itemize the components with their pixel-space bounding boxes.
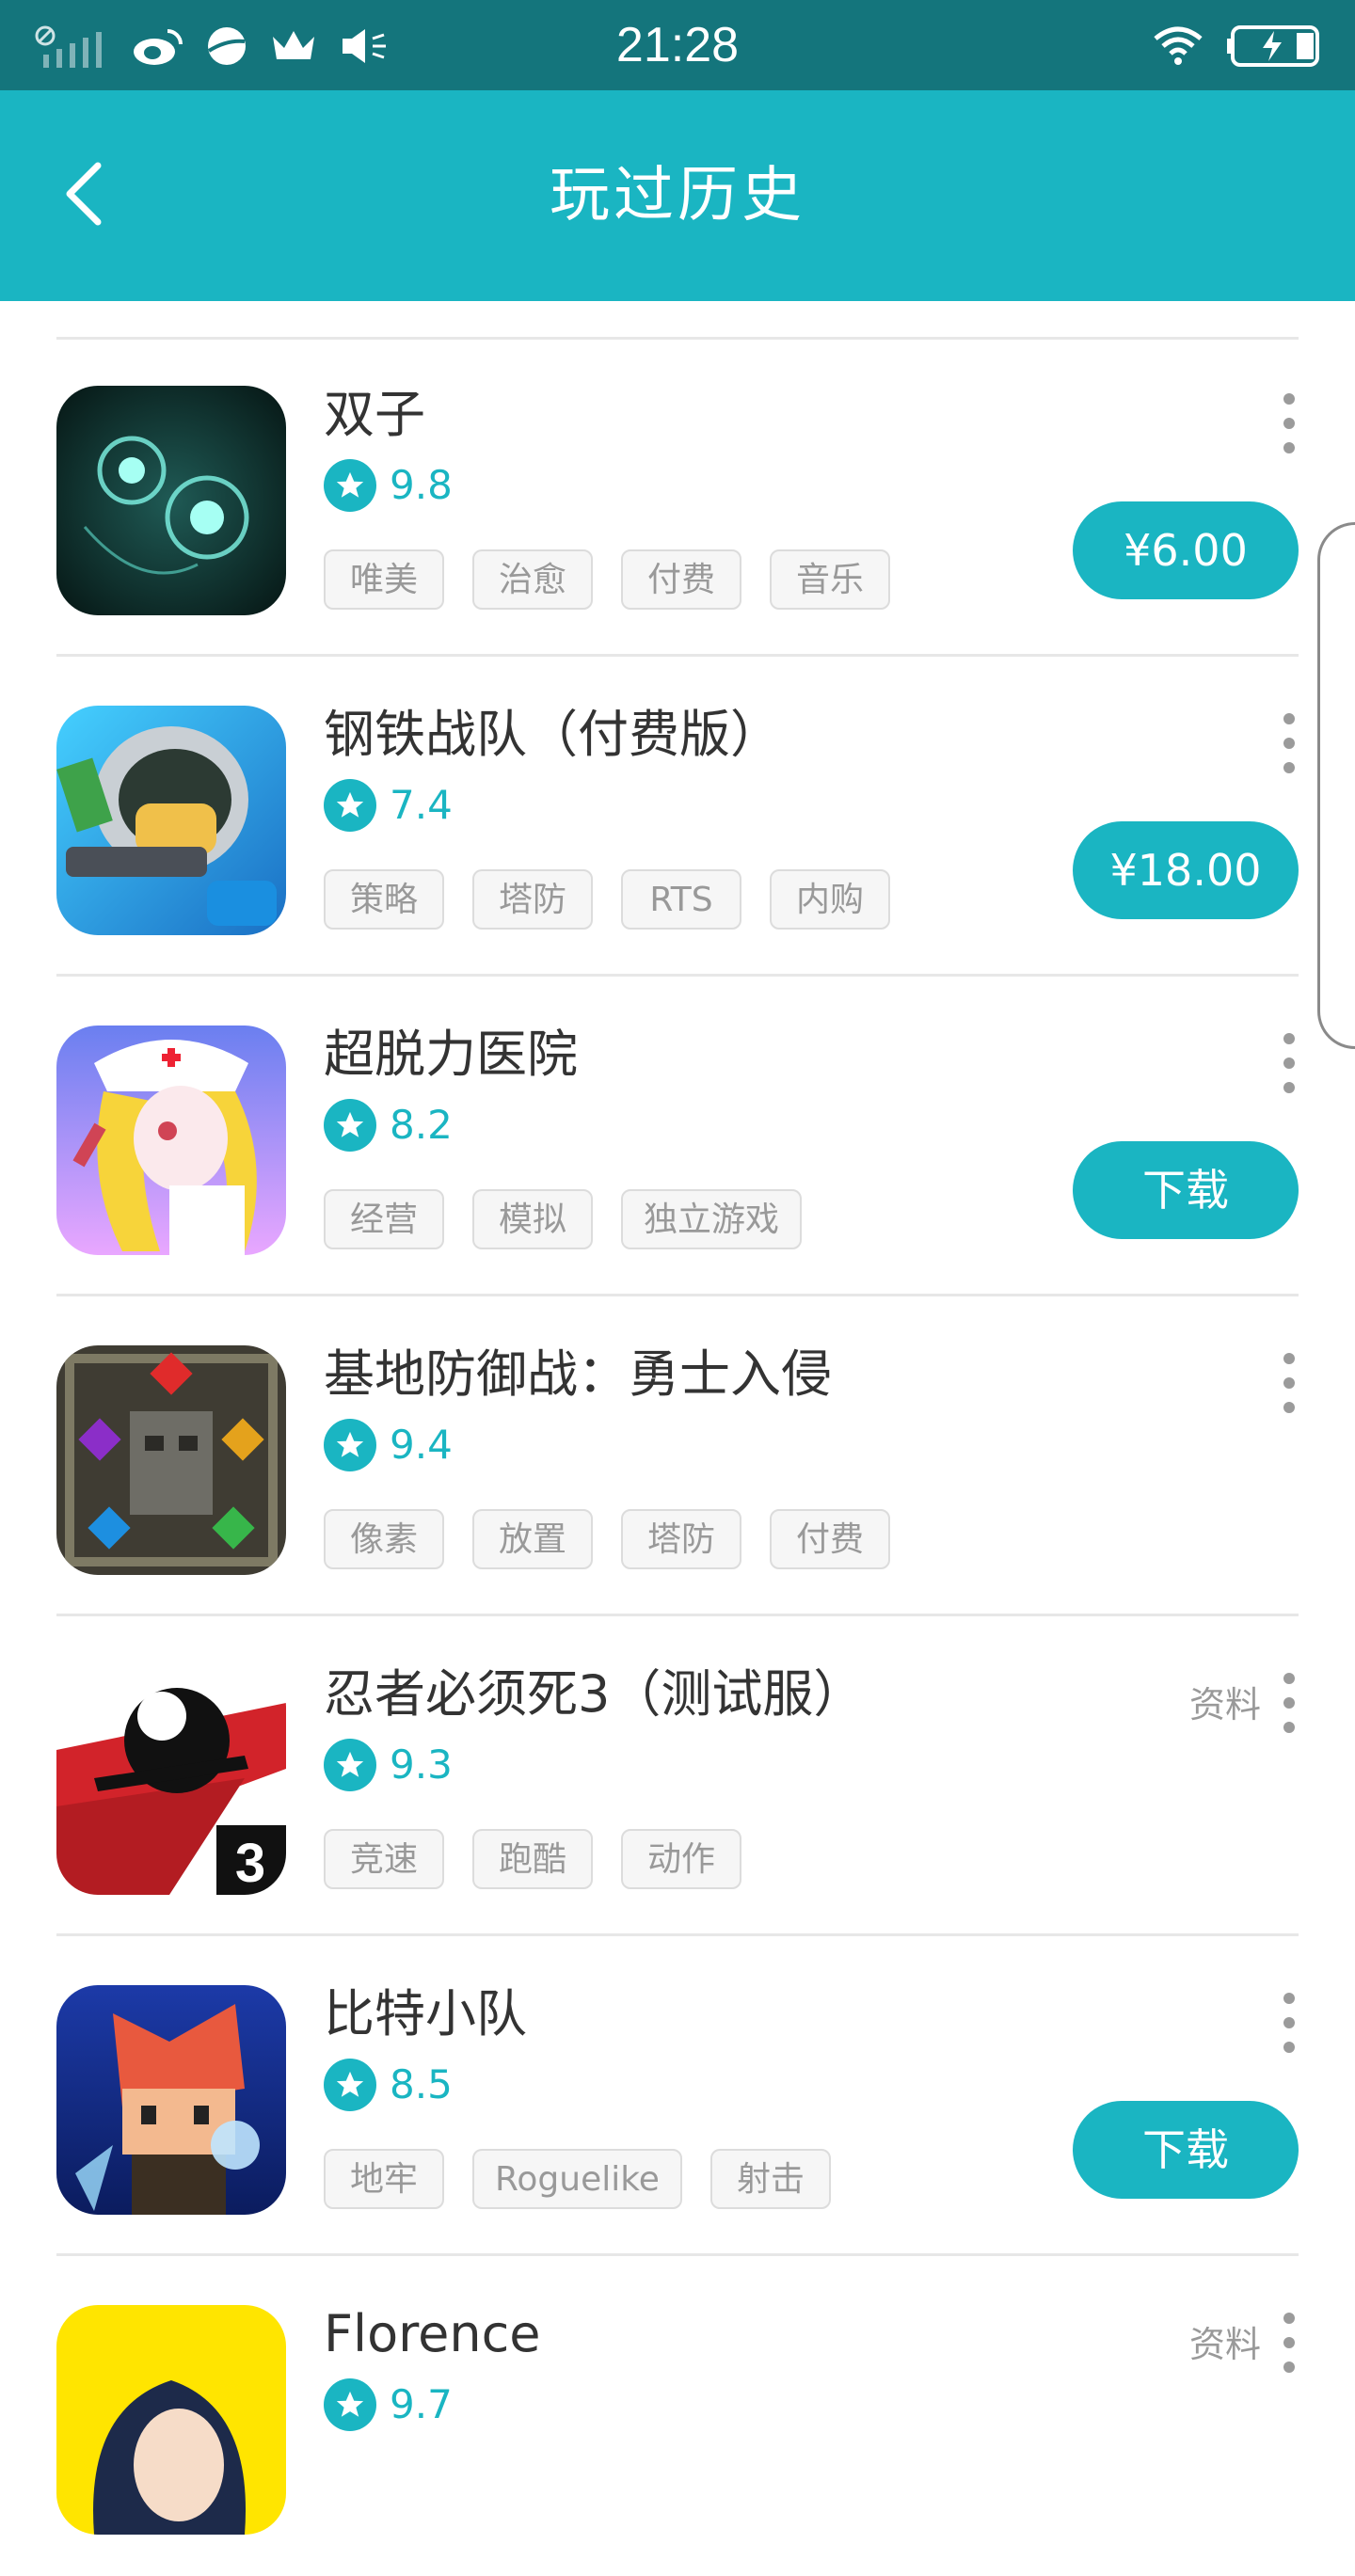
tag[interactable]: 塔防 (621, 1509, 741, 1569)
game-rating: 9.8 (324, 459, 453, 512)
battery-icon (1227, 25, 1319, 67)
game-list: 双子 9.8 唯美 治愈 付费 音乐 ¥6.00 钢铁战队（付费版） 7.4 策… (0, 337, 1355, 2576)
game-row[interactable]: 钢铁战队（付费版） 7.4 策略 塔防 RTS 内购 ¥18.00 (0, 657, 1355, 977)
star-icon (324, 1419, 376, 1471)
tag[interactable]: 音乐 (770, 549, 890, 610)
game-name[interactable]: 基地防御战：勇士入侵 (324, 1344, 832, 1406)
game-rating: 9.7 (324, 2378, 453, 2431)
star-icon (324, 1739, 376, 1791)
wifi-icon (1154, 26, 1203, 65)
game-rating: 8.5 (324, 2059, 453, 2111)
game-icon-hospital[interactable] (56, 1026, 286, 1255)
more-vertical-icon[interactable] (1278, 393, 1300, 453)
tag[interactable]: 模拟 (472, 1189, 593, 1249)
game-name[interactable]: Florence (324, 2303, 540, 2365)
price-button[interactable]: ¥6.00 (1073, 501, 1299, 599)
star-icon (324, 779, 376, 832)
tag[interactable]: 付费 (621, 549, 741, 610)
info-link[interactable]: 资料 (1189, 1680, 1261, 1729)
tag[interactable]: 塔防 (472, 869, 593, 930)
more-vertical-icon[interactable] (1278, 1353, 1300, 1413)
tag[interactable]: 治愈 (472, 549, 593, 610)
tag[interactable]: Roguelike (472, 2149, 682, 2209)
game-row[interactable]: 3 忍者必须死3（测试服） 9.3 竞速 跑酷 动作 资料 (0, 1616, 1355, 1936)
download-button[interactable]: 下载 (1073, 1141, 1299, 1239)
rating-value: 9.3 (390, 1741, 453, 1788)
tag[interactable]: 付费 (770, 1509, 890, 1569)
game-name[interactable]: 忍者必须死3（测试服） (324, 1663, 864, 1725)
rating-value: 9.4 (390, 1422, 453, 1468)
game-row[interactable]: 超脱力医院 8.2 经营 模拟 独立游戏 下载 (0, 977, 1355, 1296)
tag-list: 经营 模拟 独立游戏 (324, 1189, 803, 1249)
tag-list: 地牢 Roguelike 射击 (324, 2149, 831, 2209)
game-name[interactable]: 双子 (324, 384, 425, 446)
edge-swipe-handle[interactable] (1317, 522, 1355, 1049)
game-icon-base-defense[interactable] (56, 1345, 286, 1575)
rating-value: 9.7 (390, 2381, 453, 2427)
tag[interactable]: 放置 (472, 1509, 593, 1569)
more-vertical-icon[interactable] (1278, 713, 1300, 773)
tag[interactable]: 经营 (324, 1189, 444, 1249)
tag[interactable]: 地牢 (324, 2149, 444, 2209)
more-vertical-icon[interactable] (1278, 1993, 1300, 2053)
tag-list: 唯美 治愈 付费 音乐 (324, 549, 890, 610)
game-rating: 9.3 (324, 1739, 453, 1791)
more-vertical-icon[interactable] (1278, 1673, 1300, 1733)
game-name[interactable]: 超脱力医院 (324, 1024, 578, 1086)
game-row[interactable]: 比特小队 8.5 地牢 Roguelike 射击 下载 (0, 1936, 1355, 2256)
tag-list: 竞速 跑酷 动作 (324, 1829, 741, 1889)
star-icon (324, 1099, 376, 1152)
tag-list: 策略 塔防 RTS 内购 (324, 869, 890, 930)
game-name[interactable]: 钢铁战队（付费版） (324, 704, 781, 766)
tag[interactable]: 像素 (324, 1509, 444, 1569)
star-icon (324, 2378, 376, 2431)
game-row[interactable]: 双子 9.8 唯美 治愈 付费 音乐 ¥6.00 (0, 337, 1355, 657)
game-row[interactable]: Florence 9.7 资料 (0, 2256, 1355, 2576)
game-name[interactable]: 比特小队 (324, 1983, 527, 2045)
star-icon (324, 459, 376, 512)
game-rating: 8.2 (324, 1099, 453, 1152)
game-icon-ninja[interactable]: 3 (56, 1665, 286, 1895)
tag[interactable]: 内购 (770, 869, 890, 930)
download-button[interactable]: 下载 (1073, 2101, 1299, 2199)
rating-value: 8.2 (390, 1102, 453, 1148)
status-bar: 21:28 (0, 0, 1355, 90)
tag[interactable]: 竞速 (324, 1829, 444, 1889)
tag[interactable]: 独立游戏 (621, 1189, 803, 1249)
app-header: 玩过历史 (0, 90, 1355, 301)
price-button[interactable]: ¥18.00 (1073, 821, 1299, 919)
svg-text:3: 3 (235, 1833, 265, 1894)
star-icon (324, 2059, 376, 2111)
tag[interactable]: 射击 (709, 2149, 831, 2209)
tag[interactable]: 唯美 (324, 549, 444, 610)
tag-list: 像素 放置 塔防 付费 (324, 1509, 890, 1569)
game-rating: 9.4 (324, 1419, 453, 1471)
rating-value: 7.4 (390, 782, 453, 828)
page-title: 玩过历史 (550, 161, 805, 231)
game-icon-bit-squad[interactable] (56, 1985, 286, 2215)
game-row[interactable]: 基地防御战：勇士入侵 9.4 像素 放置 塔防 付费 (0, 1296, 1355, 1616)
tag[interactable]: 策略 (324, 869, 444, 930)
more-vertical-icon[interactable] (1278, 1033, 1300, 1093)
tag[interactable]: RTS (621, 869, 741, 930)
more-vertical-icon[interactable] (1278, 2313, 1300, 2373)
game-icon-gemini[interactable] (56, 386, 286, 615)
rating-value: 8.5 (390, 2061, 453, 2107)
info-link[interactable]: 资料 (1189, 2320, 1261, 2369)
tag[interactable]: 跑酷 (472, 1829, 593, 1889)
tag[interactable]: 动作 (621, 1829, 741, 1889)
game-icon-iron-marines[interactable] (56, 706, 286, 935)
game-rating: 7.4 (324, 779, 453, 832)
status-right-icons (1152, 21, 1325, 72)
rating-value: 9.8 (390, 462, 453, 508)
game-icon-florence[interactable] (56, 2305, 286, 2535)
